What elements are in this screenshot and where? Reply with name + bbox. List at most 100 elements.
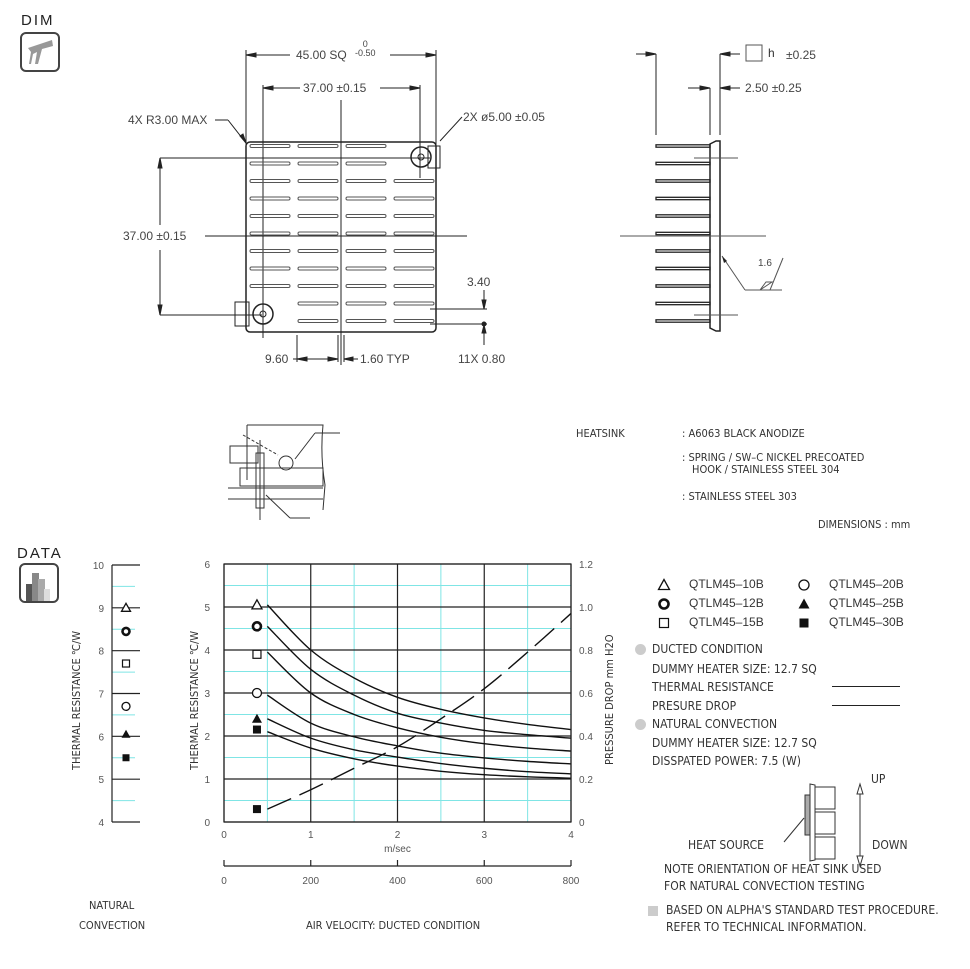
legend-marker-icon bbox=[658, 598, 670, 610]
circle-open-marker bbox=[798, 579, 810, 591]
y-tick-label: 5 bbox=[204, 603, 210, 614]
legend-item: QTLM45–15B bbox=[657, 615, 764, 630]
y2-tick-label: 0.4 bbox=[579, 732, 593, 743]
fin-slot bbox=[345, 266, 387, 271]
triangle-filled-marker bbox=[798, 598, 810, 609]
triangle-open-marker bbox=[657, 577, 671, 590]
fin-slot bbox=[297, 284, 339, 288]
bullet-icon bbox=[635, 719, 646, 730]
circle-bold-marker bbox=[121, 626, 131, 637]
pressure-drop-curve bbox=[267, 612, 572, 810]
y2-tick-label: 0 bbox=[579, 818, 585, 829]
side-fin bbox=[655, 196, 711, 201]
fin-slot bbox=[297, 266, 339, 271]
side-fin bbox=[655, 161, 711, 166]
fin-slot bbox=[393, 231, 435, 236]
fin-spacing: 9.60 bbox=[265, 352, 289, 366]
thermal-resistance-line-sample bbox=[832, 686, 900, 687]
secondary-x-tick-label: 0 bbox=[221, 876, 227, 887]
fin-slot bbox=[297, 179, 339, 183]
basis-line-1: BASED ON ALPHA'S STANDARD TEST PROCEDURE… bbox=[648, 903, 939, 917]
ducted-y2-axis-label: PRESSURE DROP mm H2O bbox=[603, 634, 616, 765]
natural-convection-heading: NATURAL CONVECTION bbox=[635, 717, 777, 731]
legend-label: QTLM45–12B bbox=[689, 596, 764, 610]
legend-item: QTLM45–10B bbox=[657, 577, 764, 592]
fin-slot bbox=[297, 161, 339, 166]
overall-tol-lower: -0.50 bbox=[355, 48, 376, 58]
x-tick-label: 4 bbox=[568, 830, 574, 841]
basis-line-2: REFER TO TECHNICAL INFORMATION. bbox=[666, 920, 867, 934]
square-filled-marker bbox=[122, 754, 130, 762]
legend-label: QTLM45–30B bbox=[829, 615, 904, 629]
fin-slot bbox=[393, 284, 435, 288]
pin-pitch: 3.40 bbox=[467, 275, 491, 289]
thermal-resistance-curve bbox=[266, 625, 572, 739]
y-tick-label: 1 bbox=[204, 775, 210, 786]
heatsink-label: HEATSINK bbox=[576, 427, 625, 440]
secondary-x-tick-label: 600 bbox=[476, 876, 493, 887]
x-axis-label: m/sec bbox=[384, 844, 411, 855]
hole-pitch-horizontal: 37.00 ±0.15 bbox=[303, 81, 367, 95]
y2-tick-label: 0.8 bbox=[579, 646, 593, 657]
fin-slot bbox=[393, 301, 435, 306]
legend-marker-icon bbox=[657, 577, 671, 590]
legend-label: QTLM45–20B bbox=[829, 577, 904, 591]
natural-heater-size: DUMMY HEATER SIZE: 12.7 SQ bbox=[652, 736, 817, 750]
circle-open-marker bbox=[121, 701, 131, 712]
fin-slot bbox=[249, 179, 291, 183]
ducted-chart-title: AIR VELOCITY: DUCTED CONDITION bbox=[306, 919, 481, 932]
legend-marker-icon bbox=[798, 579, 810, 591]
x-tick-label: 1 bbox=[308, 830, 314, 841]
fin-slot bbox=[249, 144, 291, 148]
fin-slot bbox=[249, 161, 291, 166]
y2-tick-label: 0.6 bbox=[579, 689, 593, 700]
y-tick-label: 10 bbox=[93, 561, 105, 572]
y-tick-label: 7 bbox=[98, 690, 104, 701]
fin-slot bbox=[297, 196, 339, 201]
square-filled-marker bbox=[799, 618, 809, 628]
triangle-open-marker bbox=[250, 598, 264, 610]
circle-open-marker bbox=[251, 687, 263, 699]
thermal-resistance-curve bbox=[267, 718, 572, 775]
thermal-resistance-legend: THERMAL RESISTANCE bbox=[652, 680, 774, 694]
legend-label: QTLM45–10B bbox=[689, 577, 764, 591]
fin-slot bbox=[345, 319, 387, 323]
down-label: DOWN bbox=[872, 838, 908, 852]
y-tick-label: 2 bbox=[204, 732, 210, 743]
side-fin bbox=[655, 179, 711, 183]
side-fin bbox=[655, 249, 711, 253]
fin-slot bbox=[393, 196, 435, 201]
secondary-x-tick-label: 800 bbox=[563, 876, 580, 887]
pressure-drop-line-sample bbox=[832, 705, 900, 706]
triangle-filled-marker bbox=[251, 713, 262, 723]
fin-slot bbox=[297, 214, 339, 218]
x-tick-label: 2 bbox=[395, 830, 401, 841]
fin-slot bbox=[393, 214, 435, 218]
base-thickness: 2.50 ±0.25 bbox=[745, 81, 802, 95]
note-line-1: NOTE ORIENTATION OF HEAT SINK USED bbox=[664, 862, 882, 876]
fin-slot bbox=[297, 319, 339, 323]
thermal-resistance-curve bbox=[266, 604, 572, 731]
pin-size: 11X 0.80 bbox=[458, 352, 506, 366]
dimensions-unit: DIMENSIONS : mm bbox=[818, 518, 911, 531]
heatsink-material: : A6063 BLACK ANODIZE bbox=[682, 427, 805, 440]
legend-item: QTLM45–30B bbox=[797, 615, 904, 630]
fin-slot bbox=[393, 249, 435, 253]
natural-title-line2: CONVECTION bbox=[79, 919, 146, 932]
hole-pitch-vertical: 37.00 ±0.15 bbox=[123, 229, 187, 243]
bullet-square-icon bbox=[648, 905, 658, 916]
y2-tick-label: 1.0 bbox=[579, 603, 593, 614]
y-tick-label: 5 bbox=[98, 775, 104, 786]
fin-slot bbox=[345, 284, 387, 288]
fin-slot bbox=[345, 179, 387, 183]
x-tick-label: 3 bbox=[481, 830, 487, 841]
fin-slot bbox=[345, 249, 387, 253]
triangle-filled-marker bbox=[121, 729, 131, 738]
corner-radius: 4X R3.00 MAX bbox=[128, 113, 208, 127]
fin-slot bbox=[345, 214, 387, 218]
legend-marker-icon bbox=[798, 598, 810, 609]
y-tick-label: 3 bbox=[204, 689, 210, 700]
pressure-drop-legend: PRESURE DROP bbox=[652, 699, 737, 713]
surface-finish: 1.6 bbox=[758, 258, 772, 269]
y-tick-label: 4 bbox=[98, 818, 104, 829]
